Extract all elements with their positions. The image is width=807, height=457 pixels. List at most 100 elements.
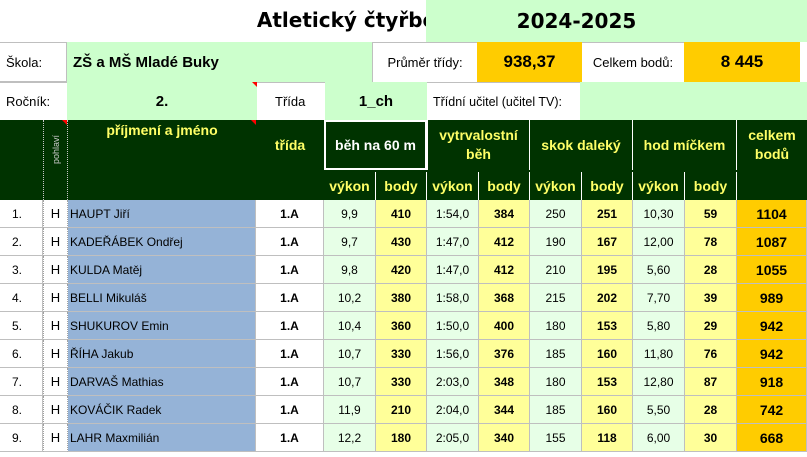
gender-cell[interactable]: H [43, 228, 68, 256]
throw-points-cell[interactable]: 87 [685, 368, 737, 396]
gender-cell[interactable]: H [43, 340, 68, 368]
endurance-points-cell[interactable]: 412 [479, 256, 530, 284]
longjump-performance-cell[interactable]: 210 [530, 256, 582, 284]
longjump-performance-cell[interactable]: 155 [530, 424, 582, 452]
throw-performance-cell[interactable]: 12,80 [633, 368, 685, 396]
run60-points-cell[interactable]: 360 [376, 312, 427, 340]
row-number[interactable]: 3. [0, 256, 43, 284]
total-points-cell[interactable]: 1104 [737, 200, 807, 228]
throw-points-cell[interactable]: 29 [685, 312, 737, 340]
gender-cell[interactable]: H [43, 396, 68, 424]
gender-cell[interactable]: H [43, 424, 68, 452]
class-average-value[interactable]: 938,37 [477, 42, 582, 82]
row-number[interactable]: 6. [0, 340, 43, 368]
class-cell[interactable]: 1.A [256, 256, 324, 284]
longjump-points-cell[interactable]: 202 [582, 284, 633, 312]
row-number[interactable]: 4. [0, 284, 43, 312]
endurance-points-cell[interactable]: 368 [479, 284, 530, 312]
longjump-performance-cell[interactable]: 185 [530, 396, 582, 424]
throw-performance-cell[interactable]: 11,80 [633, 340, 685, 368]
row-number[interactable]: 7. [0, 368, 43, 396]
endurance-points-cell[interactable]: 400 [479, 312, 530, 340]
endurance-points-cell[interactable]: 384 [479, 200, 530, 228]
throw-points-cell[interactable]: 28 [685, 256, 737, 284]
longjump-points-cell[interactable]: 160 [582, 340, 633, 368]
throw-points-cell[interactable]: 30 [685, 424, 737, 452]
gender-cell[interactable]: H [43, 256, 68, 284]
endurance-points-cell[interactable]: 348 [479, 368, 530, 396]
class-cell[interactable]: 1.A [256, 396, 324, 424]
name-cell[interactable]: ŘÍHA Jakub [68, 340, 256, 368]
longjump-points-cell[interactable]: 167 [582, 228, 633, 256]
throw-performance-cell[interactable]: 5,80 [633, 312, 685, 340]
run60-performance-cell[interactable]: 10,7 [324, 340, 376, 368]
endurance-performance-cell[interactable]: 2:04,0 [427, 396, 479, 424]
total-points-cell[interactable]: 989 [737, 284, 807, 312]
longjump-points-cell[interactable]: 118 [582, 424, 633, 452]
gender-cell[interactable]: H [43, 200, 68, 228]
endurance-points-cell[interactable]: 376 [479, 340, 530, 368]
run60-performance-cell[interactable]: 10,4 [324, 312, 376, 340]
gender-cell[interactable]: H [43, 284, 68, 312]
run60-points-cell[interactable]: 210 [376, 396, 427, 424]
name-cell[interactable]: KULDA Matěj [68, 256, 256, 284]
class-cell[interactable]: 1.A [256, 200, 324, 228]
name-cell[interactable]: BELLI Mikuláš [68, 284, 256, 312]
endurance-performance-cell[interactable]: 2:05,0 [427, 424, 479, 452]
endurance-points-cell[interactable]: 340 [479, 424, 530, 452]
endurance-performance-cell[interactable]: 1:54,0 [427, 200, 479, 228]
total-points-cell[interactable]: 1055 [737, 256, 807, 284]
total-points-cell[interactable]: 942 [737, 312, 807, 340]
endurance-performance-cell[interactable]: 1:56,0 [427, 340, 479, 368]
throw-performance-cell[interactable]: 6,00 [633, 424, 685, 452]
run60-performance-cell[interactable]: 9,9 [324, 200, 376, 228]
name-cell[interactable]: DARVAŠ Mathias [68, 368, 256, 396]
throw-performance-cell[interactable]: 12,00 [633, 228, 685, 256]
longjump-performance-cell[interactable]: 215 [530, 284, 582, 312]
endurance-performance-cell[interactable]: 1:58,0 [427, 284, 479, 312]
name-cell[interactable]: SHUKUROV Emin [68, 312, 256, 340]
longjump-points-cell[interactable]: 153 [582, 368, 633, 396]
name-cell[interactable]: KOVÁČIK Radek [68, 396, 256, 424]
class-cell[interactable]: 1.A [256, 424, 324, 452]
name-cell[interactable]: LAHR Maxmilián [68, 424, 256, 452]
longjump-performance-cell[interactable]: 180 [530, 368, 582, 396]
row-number[interactable]: 9. [0, 424, 43, 452]
gender-cell[interactable]: H [43, 312, 68, 340]
class-cell[interactable]: 1.A [256, 228, 324, 256]
row-number[interactable]: 2. [0, 228, 43, 256]
throw-performance-cell[interactable]: 10,30 [633, 200, 685, 228]
run60-performance-cell[interactable]: 9,7 [324, 228, 376, 256]
longjump-performance-cell[interactable]: 180 [530, 312, 582, 340]
name-cell[interactable]: KADEŘÁBEK Ondřej [68, 228, 256, 256]
longjump-performance-cell[interactable]: 190 [530, 228, 582, 256]
longjump-points-cell[interactable]: 160 [582, 396, 633, 424]
total-points-cell[interactable]: 918 [737, 368, 807, 396]
run60-points-cell[interactable]: 430 [376, 228, 427, 256]
longjump-performance-cell[interactable]: 185 [530, 340, 582, 368]
longjump-points-cell[interactable]: 195 [582, 256, 633, 284]
run60-performance-cell[interactable]: 12,2 [324, 424, 376, 452]
row-number[interactable]: 1. [0, 200, 43, 228]
grade-value[interactable]: 2. [67, 82, 257, 120]
total-points-cell[interactable]: 742 [737, 396, 807, 424]
throw-points-cell[interactable]: 39 [685, 284, 737, 312]
run60-points-cell[interactable]: 380 [376, 284, 427, 312]
class-cell[interactable]: 1.A [256, 340, 324, 368]
throw-performance-cell[interactable]: 7,70 [633, 284, 685, 312]
name-cell[interactable]: HAUPT Jiří [68, 200, 256, 228]
longjump-points-cell[interactable]: 251 [582, 200, 633, 228]
run60-points-cell[interactable]: 330 [376, 340, 427, 368]
class-cell[interactable]: 1.A [256, 368, 324, 396]
run60-points-cell[interactable]: 420 [376, 256, 427, 284]
class-cell[interactable]: 1.A [256, 312, 324, 340]
longjump-points-cell[interactable]: 153 [582, 312, 633, 340]
run60-performance-cell[interactable]: 11,9 [324, 396, 376, 424]
total-points-cell[interactable]: 942 [737, 340, 807, 368]
run60-points-cell[interactable]: 330 [376, 368, 427, 396]
row-number[interactable]: 8. [0, 396, 43, 424]
endurance-performance-cell[interactable]: 1:50,0 [427, 312, 479, 340]
run60-points-cell[interactable]: 410 [376, 200, 427, 228]
throw-points-cell[interactable]: 78 [685, 228, 737, 256]
endurance-performance-cell[interactable]: 1:47,0 [427, 256, 479, 284]
